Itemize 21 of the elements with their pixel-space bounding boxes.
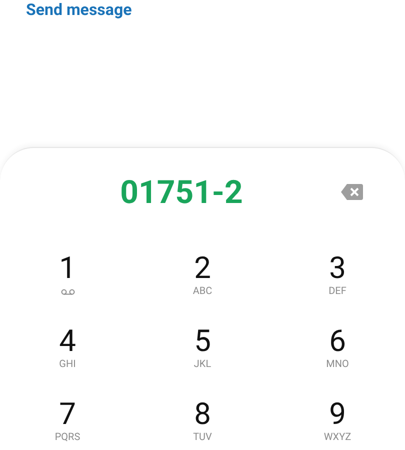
dialed-number: 01751-2	[120, 172, 243, 212]
key-digit[interactable]: 5	[194, 325, 211, 359]
key-digit[interactable]: 1	[59, 252, 76, 286]
key-digit[interactable]: 2	[194, 252, 211, 286]
key-digit[interactable]: 8	[194, 398, 211, 432]
key-digit[interactable]: 3	[329, 252, 346, 286]
key-letters: ABC	[192, 286, 212, 297]
key-letters: GHI	[59, 359, 76, 370]
key-digit[interactable]: 9	[329, 398, 346, 432]
send-message-link[interactable]: Send message	[26, 0, 132, 20]
key-letters: WXYZ	[324, 432, 352, 443]
key-digit[interactable]: 4	[59, 325, 76, 359]
key-letters: MNO	[326, 359, 349, 370]
voicemail-icon	[60, 288, 74, 294]
backspace-icon[interactable]	[341, 184, 364, 200]
key-digit[interactable]: 7	[59, 398, 76, 432]
key-digit[interactable]: 6	[329, 325, 346, 359]
key-letters: DEF	[328, 286, 346, 297]
key-letters: PQRS	[54, 432, 80, 443]
key-letters: TUV	[193, 432, 212, 443]
key-letters: JKL	[194, 359, 212, 370]
